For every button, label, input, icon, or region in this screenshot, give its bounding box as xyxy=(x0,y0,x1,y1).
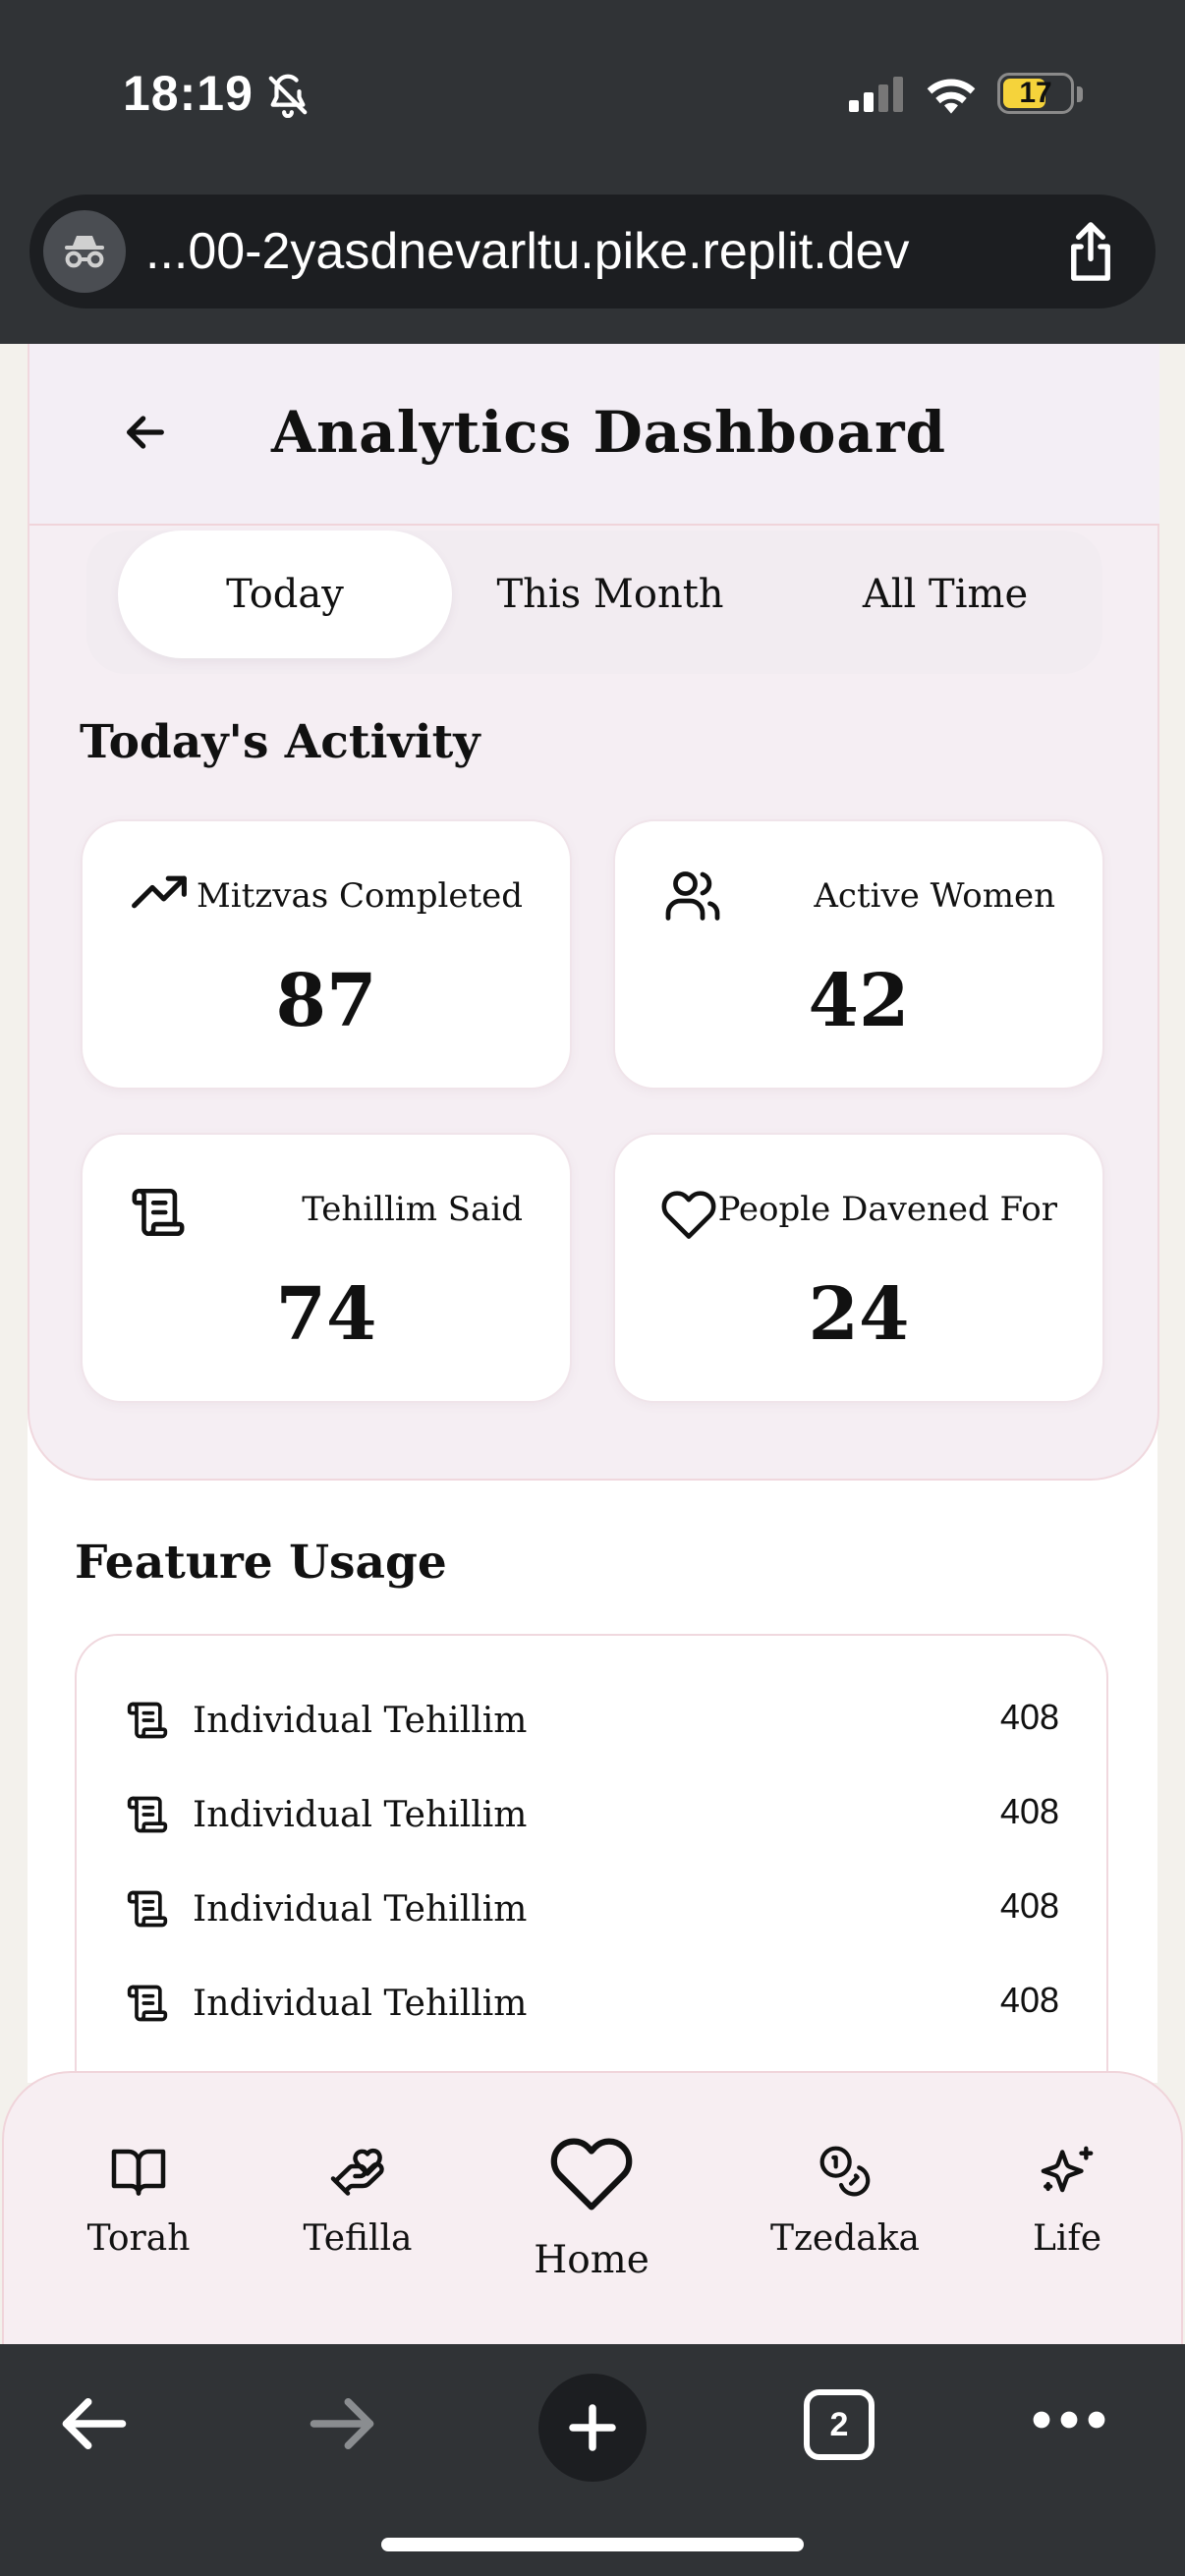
users-icon xyxy=(662,867,723,925)
heart-icon xyxy=(548,2130,635,2211)
bell-muted-icon xyxy=(265,73,310,118)
scroll-icon xyxy=(126,1793,169,1836)
page-header: Analytics Dashboard xyxy=(29,344,1159,526)
battery-nub xyxy=(1077,86,1083,102)
bottom-navigation: Torah Tefilla Home Tzedaka Life xyxy=(2,2071,1183,2344)
activity-panel: Analytics Dashboard Today This Month All… xyxy=(28,344,1159,1481)
list-item: Individual Tehillim 408 xyxy=(77,1974,1110,2033)
nav-label: Home xyxy=(534,2238,649,2282)
list-item: Individual Tehillim 408 xyxy=(77,1785,1110,1844)
feature-count: 408 xyxy=(999,1980,1059,2020)
scroll-icon xyxy=(126,1887,169,1931)
feature-name: Individual Tehillim xyxy=(193,1984,528,2024)
section-title-activity: Today's Activity xyxy=(80,715,480,769)
nav-label: Tzedaka xyxy=(769,2218,921,2259)
feature-name: Individual Tehillim xyxy=(193,1889,528,1930)
address-bar[interactable]: ...00-2yasdnevarltu.pike.replit.dev xyxy=(29,195,1156,308)
cellular-signal-icon xyxy=(847,77,906,112)
new-tab-button[interactable] xyxy=(538,2374,647,2482)
heart-icon xyxy=(660,1186,717,1239)
wifi-icon xyxy=(924,73,979,116)
stat-card-active-women: Active Women 42 xyxy=(613,819,1104,1090)
scroll-icon xyxy=(130,1184,187,1241)
browser-top-bar: 18:19 17 ...00-2yasdnevarltu.pike.replit… xyxy=(0,0,1185,344)
tab-this-month[interactable]: This Month xyxy=(443,531,777,658)
nav-item-tzedaka[interactable]: Tzedaka xyxy=(737,2073,953,2346)
section-title-feature-usage: Feature Usage xyxy=(75,1536,447,1590)
forward-arrow-icon[interactable] xyxy=(305,2389,379,2458)
tab-today[interactable]: Today xyxy=(118,531,452,658)
stat-card-tehillim: Tehillim Said 74 xyxy=(81,1133,572,1403)
plus-icon xyxy=(569,2404,616,2451)
stat-card-davened: People Davened For 24 xyxy=(613,1133,1104,1403)
stat-value: 24 xyxy=(808,1272,910,1357)
nav-item-tefilla[interactable]: Tefilla xyxy=(250,2073,466,2346)
page-title: Analytics Dashboard xyxy=(271,399,947,466)
feature-usage-list: Individual Tehillim 408 Individual Tehil… xyxy=(75,1634,1108,2125)
nav-item-home[interactable]: Home xyxy=(483,2073,700,2346)
nav-item-life[interactable]: Life xyxy=(959,2073,1175,2346)
stat-value: 42 xyxy=(808,959,910,1043)
book-icon xyxy=(109,2144,168,2199)
sparkles-icon xyxy=(1038,2144,1097,2201)
coins-icon xyxy=(816,2144,875,2199)
tab-switcher-button[interactable]: 2 xyxy=(804,2389,875,2460)
nav-label: Tefilla xyxy=(303,2218,413,2259)
stat-label: Tehillim Said xyxy=(302,1190,523,1229)
stat-card-mitzvas: Mitzvas Completed 87 xyxy=(81,819,572,1090)
more-options-icon[interactable] xyxy=(1032,2405,1106,2435)
status-time: 18:19 xyxy=(123,66,254,121)
stat-label: Mitzvas Completed xyxy=(196,876,523,916)
back-arrow-icon[interactable] xyxy=(57,2389,132,2458)
nav-label: Life xyxy=(1032,2218,1102,2259)
feature-name: Individual Tehillim xyxy=(193,1701,528,1741)
feature-count: 408 xyxy=(999,1791,1059,1831)
battery-percent: 17 xyxy=(1019,77,1052,109)
share-icon[interactable] xyxy=(1061,220,1120,283)
back-arrow-icon[interactable] xyxy=(118,405,173,460)
trending-up-icon xyxy=(130,870,189,914)
stat-value: 87 xyxy=(275,959,377,1043)
hand-heart-icon xyxy=(328,2144,387,2199)
stat-label: People Davened For xyxy=(717,1190,1057,1229)
url-text[interactable]: ...00-2yasdnevarltu.pike.replit.dev xyxy=(145,222,910,281)
nav-item-torah[interactable]: Torah xyxy=(30,2073,247,2346)
list-item: Individual Tehillim 408 xyxy=(77,1691,1110,1750)
tab-all-time[interactable]: All Time xyxy=(778,531,1112,658)
time-range-tabs: Today This Month All Time xyxy=(86,531,1102,674)
feature-name: Individual Tehillim xyxy=(193,1795,528,1835)
scroll-icon xyxy=(126,1699,169,1742)
scroll-icon xyxy=(126,1982,169,2025)
list-item: Individual Tehillim 408 xyxy=(77,1879,1110,1938)
stat-value: 74 xyxy=(275,1272,377,1357)
feature-count: 408 xyxy=(999,1697,1059,1737)
battery-indicator: 17 xyxy=(997,73,1074,114)
incognito-icon[interactable] xyxy=(43,210,126,293)
nav-label: Torah xyxy=(86,2218,191,2259)
feature-count: 408 xyxy=(999,1885,1059,1926)
stat-label: Active Women xyxy=(814,876,1055,916)
home-indicator xyxy=(381,2538,804,2551)
page-content: Analytics Dashboard Today This Month All… xyxy=(28,344,1159,2125)
